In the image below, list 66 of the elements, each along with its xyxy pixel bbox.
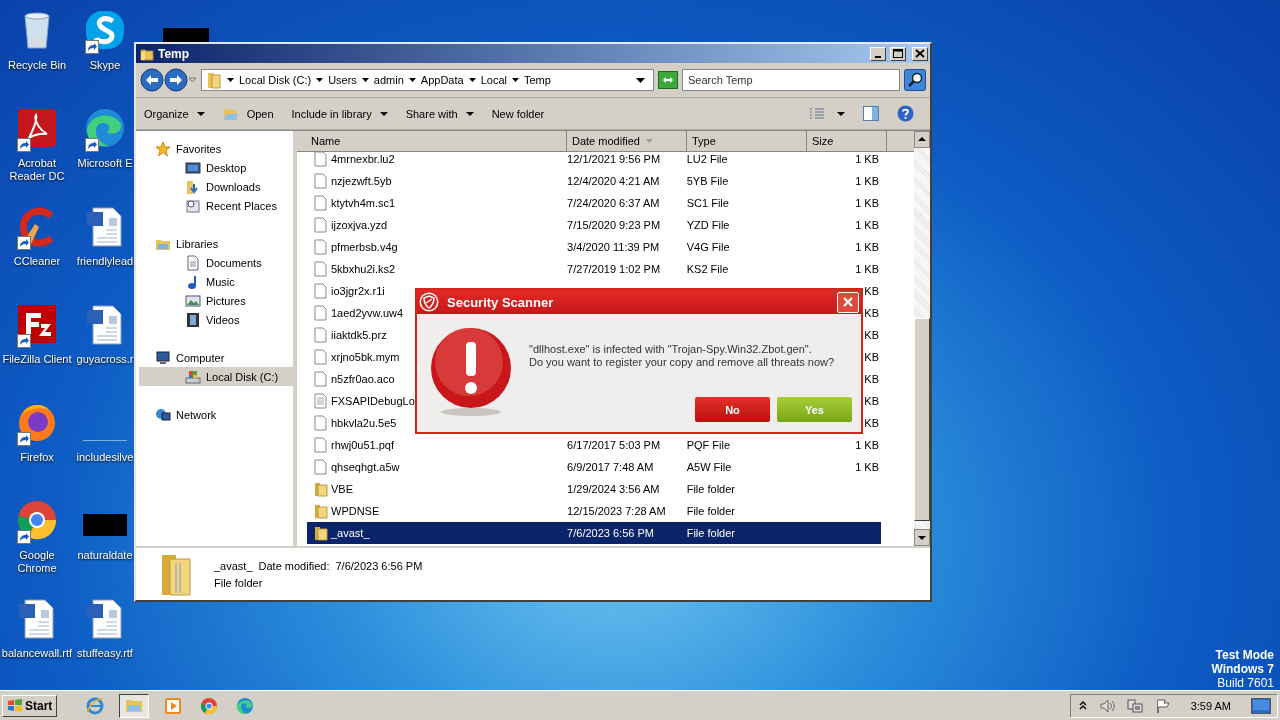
date-modified: 7/15/2020 9:23 PM [567,219,661,231]
file-name: VBE [331,483,353,495]
file-type: V4G File [686,241,730,253]
file-name: qhseqhgt.a5w [331,461,400,473]
date-modified: 1/29/2024 3:56 AM [567,483,660,495]
file-size: KB [864,395,879,407]
detail-value: 7/6/2023 6:56 PM [335,559,423,572]
file-type: LU2 File [686,153,728,165]
date-modified: 7/27/2019 1:02 PM [567,263,661,275]
date-modified: 3/4/2020 11:39 PM [567,241,660,253]
file-type: KS2 File [686,263,729,275]
file-type: PQF File [686,439,731,451]
file-type: SC1 File [686,197,729,209]
file-size: 1 KB [855,153,879,165]
alert-message: Do you want to register your copy and remove all threats now? [529,356,836,369]
file-size: KB [864,307,879,319]
date-modified: 6/9/2017 7:48 AM [567,461,654,473]
file-size: 1 KB [855,439,879,451]
file-size: 1 KB [855,263,879,275]
file-name: WPDNSE [331,505,380,517]
file-name: 4mrnexbr.lu2 [331,153,395,165]
system-info-text: Build 7601 [1217,676,1274,690]
file-name: FXSAPIDebugLo [331,395,415,407]
system-info-text: Test Mode [1215,648,1274,662]
file-name: nzjezwft.5yb [331,175,392,187]
file-size: 1 KB [855,461,879,473]
detail-label: Date modified: [258,559,330,572]
file-type: A5W File [686,461,732,473]
date-modified: 6/17/2017 5:03 PM [567,439,661,451]
file-name: 5kbxhu2i.ks2 [331,263,396,275]
file-type: File folder [686,483,735,495]
file-name: hbkvla2u.5e5 [331,417,397,429]
file-size: KB [864,329,879,341]
file-size: KB [864,417,879,429]
file-name: io3jgr2x.r1i [331,285,385,297]
date-modified: 12/1/2021 9:56 PM [567,153,661,165]
file-size: KB [864,351,879,363]
date-modified: 12/4/2020 4:21 AM [567,175,660,187]
file-name: _avast_ [331,527,370,539]
file-type: File folder [686,505,735,517]
item-type: File folder [214,576,264,589]
alert-message: "dllhost.exe" is infected with "Trojan-Spy.Win32.Zbot.gen". [529,343,813,356]
date-modified: 7/24/2020 6:37 AM [567,197,660,209]
file-name: n5zfr0ao.aco [331,373,395,385]
file-name: 1aed2yvw.uw4 [331,307,404,319]
file-size: 1 KB [855,241,879,253]
file-type: 5YB File [686,175,729,187]
file-size: KB [864,373,879,385]
window-title: Temp [158,46,190,61]
file-type: YZD File [686,219,730,231]
file-name: pfmerbsb.v4g [331,241,398,253]
file-size: KB [864,285,879,297]
date-modified: 7/6/2023 6:56 PM [567,527,654,539]
item-name: _avast_ [214,559,253,572]
file-size: 1 KB [855,219,879,231]
file-name: ijzoxjva.yzd [331,219,388,231]
file-name: xrjno5bk.mym [331,351,400,363]
system-info-text: Windows 7 [1211,662,1274,676]
file-type: File folder [686,527,735,539]
file-name: ktytvh4m.sc1 [331,197,396,209]
file-name: rhwj0u51.pqf [331,439,394,451]
file-name: iiaktdk5.prz [331,329,387,341]
file-size: 1 KB [855,197,879,209]
date-modified: 12/15/2023 7:28 AM [567,505,666,517]
file-size: 1 KB [855,175,879,187]
dialog-title: Security Scanner [447,294,554,310]
